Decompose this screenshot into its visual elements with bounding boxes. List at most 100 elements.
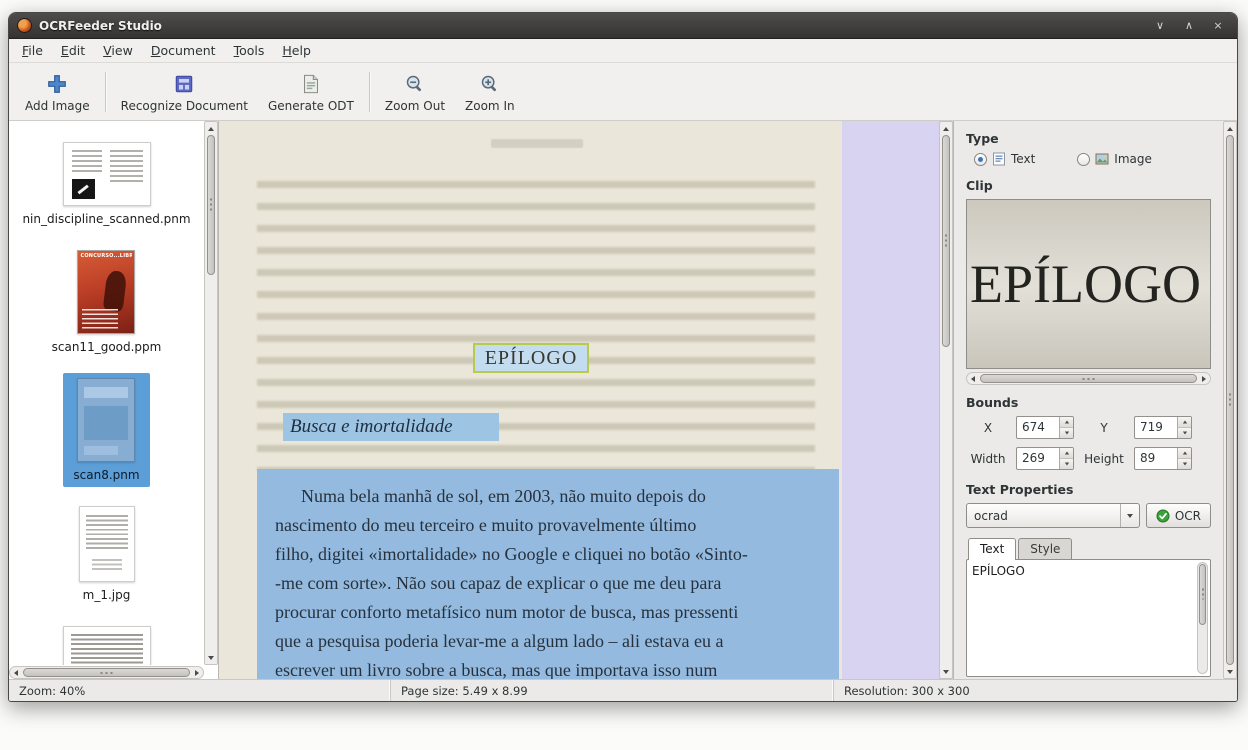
clip-horizontal-scrollbar[interactable] (966, 372, 1211, 385)
inspector-vertical-scrollbar[interactable] (1223, 121, 1237, 679)
page-thumbnail[interactable]: CONCURSO...LIBRE? (77, 250, 135, 334)
text-properties-title: Text Properties (966, 482, 1211, 497)
ocr-button-label: OCR (1175, 509, 1201, 523)
toolbar-separator (105, 72, 106, 112)
maximize-button[interactable]: ∧ (1178, 17, 1200, 34)
generate-odt-label: Generate ODT (268, 99, 354, 113)
window-title: OCRFeeder Studio (39, 19, 162, 33)
scrollbar-thumb[interactable] (980, 374, 1197, 383)
combo-dropdown-icon[interactable] (1120, 504, 1139, 527)
page-canvas[interactable]: EPÍLOGO Busca e imortalidade Numa bela m… (219, 121, 939, 679)
width-spinner[interactable]: 269 (1016, 447, 1074, 470)
textarea-scrollbar[interactable] (1197, 562, 1208, 674)
generate-odt-button[interactable]: Generate ODT (258, 67, 364, 117)
scroll-up-icon[interactable] (205, 123, 217, 134)
document-view[interactable]: EPÍLOGO Busca e imortalidade Numa bela m… (219, 121, 953, 679)
type-section-title: Type (966, 131, 1211, 146)
image-region-box[interactable] (842, 121, 939, 679)
type-radio-group: Text Image (966, 152, 1211, 166)
width-value[interactable]: 269 (1017, 448, 1059, 469)
scroll-left-icon[interactable] (10, 670, 22, 676)
titlebar[interactable]: OCRFeeder Studio ∨ ∧ × (9, 13, 1237, 39)
page-thumbnail[interactable] (79, 506, 135, 582)
menu-file[interactable]: File (13, 39, 52, 62)
menu-help[interactable]: Help (273, 39, 320, 62)
menu-view[interactable]: View (94, 39, 142, 62)
scroll-down-icon[interactable] (940, 666, 952, 677)
ocr-button[interactable]: OCR (1146, 503, 1211, 528)
scrollbar-thumb[interactable] (1199, 564, 1206, 625)
subheading-text: Busca e imortalidade (290, 416, 453, 438)
zoom-out-icon (404, 72, 426, 96)
text-radio-label: Text (1011, 152, 1035, 166)
page-item-m1[interactable]: m_1.jpg (69, 501, 145, 607)
page-thumbnail[interactable] (63, 142, 151, 206)
scroll-right-icon[interactable] (1198, 376, 1210, 382)
type-option-text[interactable]: Text (974, 152, 1035, 166)
spin-down-icon[interactable] (1060, 427, 1073, 438)
menu-edit[interactable]: Edit (52, 39, 94, 62)
document-vertical-scrollbar[interactable] (939, 121, 953, 679)
page-item-partial[interactable] (53, 621, 161, 665)
recognized-text[interactable]: EPÍLOGO (972, 564, 1194, 578)
tab-style[interactable]: Style (1018, 538, 1072, 560)
recognize-document-label: Recognize Document (121, 99, 248, 113)
menu-tools[interactable]: Tools (225, 39, 274, 62)
x-spinner[interactable]: 674 (1016, 416, 1074, 439)
scroll-up-icon[interactable] (940, 123, 952, 134)
height-spinner[interactable]: 89 (1134, 447, 1192, 470)
spin-down-icon[interactable] (1060, 458, 1073, 469)
scrollbar-thumb[interactable] (23, 668, 190, 677)
paragraph-line: escrever um livro sobre a busca, mas que… (275, 656, 825, 679)
bounds-section-title: Bounds (966, 395, 1211, 410)
page-item-scan11[interactable]: CONCURSO...LIBRE? scan11_good.ppm (42, 245, 172, 359)
clip-preview: EPÍLOGO (966, 199, 1211, 369)
minimize-button[interactable]: ∨ (1149, 17, 1171, 34)
page-thumbnail[interactable] (77, 378, 135, 462)
image-radio[interactable] (1077, 153, 1090, 166)
recognized-text-area[interactable]: EPÍLOGO (966, 559, 1211, 677)
text-region-subheading[interactable]: Busca e imortalidade (283, 413, 499, 441)
zoom-in-button[interactable]: Zoom In (455, 67, 525, 117)
y-spinner[interactable]: 719 (1134, 416, 1192, 439)
scroll-left-icon[interactable] (967, 376, 979, 382)
scroll-down-icon[interactable] (1224, 666, 1236, 677)
spin-up-icon[interactable] (1178, 417, 1191, 427)
ocr-engine-value: ocrad (967, 504, 1120, 527)
y-value[interactable]: 719 (1135, 417, 1177, 438)
recognize-document-button[interactable]: Recognize Document (111, 67, 258, 117)
image-type-icon (1095, 152, 1109, 166)
scroll-down-icon[interactable] (205, 652, 217, 663)
spin-down-icon[interactable] (1178, 427, 1191, 438)
add-image-button[interactable]: Add Image (15, 67, 100, 117)
spin-down-icon[interactable] (1178, 458, 1191, 469)
scrollbar-thumb[interactable] (1226, 135, 1234, 665)
close-button[interactable]: × (1207, 17, 1229, 34)
toolbar-separator (369, 72, 370, 112)
scrollbar-thumb[interactable] (207, 135, 215, 275)
scrollbar-thumb[interactable] (942, 135, 950, 347)
height-value[interactable]: 89 (1135, 448, 1177, 469)
text-region-paragraph[interactable]: Numa bela manhã de sol, em 2003, não mui… (257, 469, 839, 679)
spin-up-icon[interactable] (1060, 448, 1073, 458)
text-radio[interactable] (974, 153, 987, 166)
page-thumbnail[interactable] (63, 626, 151, 665)
page-item-scan8-selected[interactable]: scan8.pnm (63, 373, 149, 487)
ocr-engine-combobox[interactable]: ocrad (966, 503, 1140, 528)
page-item-nin-discipline[interactable]: nin_discipline_scanned.pnm (12, 137, 200, 231)
tab-text[interactable]: Text (968, 538, 1016, 560)
zoom-out-button[interactable]: Zoom Out (375, 67, 455, 117)
scroll-up-icon[interactable] (1224, 123, 1236, 134)
menu-document[interactable]: Document (142, 39, 225, 62)
spin-up-icon[interactable] (1060, 417, 1073, 427)
spin-up-icon[interactable] (1178, 448, 1191, 458)
x-value[interactable]: 674 (1017, 417, 1059, 438)
region-inspector: Type Text Image Clip (953, 121, 1237, 679)
width-label: Width (966, 452, 1010, 466)
pages-vertical-scrollbar[interactable] (204, 121, 218, 665)
pages-horizontal-scrollbar[interactable] (9, 666, 204, 679)
zoom-in-label: Zoom In (465, 99, 515, 113)
selected-text-region-heading[interactable]: EPÍLOGO (473, 343, 589, 373)
type-option-image[interactable]: Image (1077, 152, 1152, 166)
scroll-right-icon[interactable] (191, 670, 203, 676)
